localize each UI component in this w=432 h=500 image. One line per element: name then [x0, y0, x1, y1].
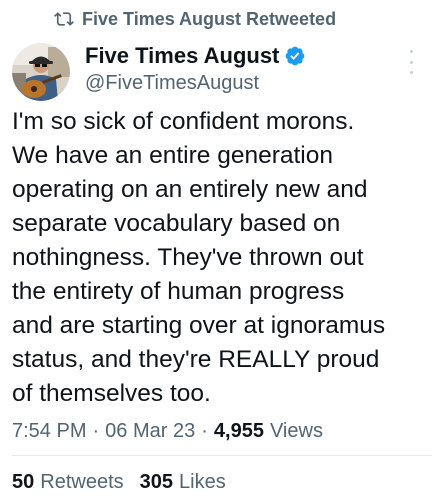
- retweets-stat[interactable]: 50 Retweets: [12, 471, 124, 494]
- author-info[interactable]: Five Times August @FiveTimesAugust: [85, 42, 306, 95]
- views-count: 4,955: [213, 419, 264, 442]
- engagement-stats: 50 Retweets 305 Likes: [12, 466, 242, 498]
- verified-badge-icon: [284, 45, 306, 67]
- meta-separator: ·: [92, 419, 100, 442]
- tweet-meta: 7:54 PM · 06 Mar 23 · 4,955 Views: [12, 413, 323, 449]
- likes-label: Likes: [179, 470, 226, 493]
- more-options-icon[interactable]: [406, 50, 416, 74]
- likes-count: 305: [139, 470, 173, 493]
- tweet-date[interactable]: 06 Mar 23: [105, 420, 195, 443]
- retweeted-by-banner[interactable]: Five Times August Retweeted: [54, 6, 336, 32]
- views-label: Views: [269, 419, 323, 442]
- author-display-name[interactable]: Five Times August: [85, 43, 279, 69]
- retweeted-by-label: Five Times August Retweeted: [82, 8, 337, 29]
- tweet-text: I'm so sick of confident morons. We have…: [12, 108, 386, 407]
- avatar[interactable]: [12, 43, 70, 101]
- author-handle[interactable]: @FiveTimesAugust: [85, 72, 306, 95]
- retweet-icon: [54, 9, 74, 29]
- meta-separator: ·: [201, 419, 208, 442]
- retweets-count: 50: [12, 470, 35, 493]
- tweet-time[interactable]: 7:54 PM: [12, 420, 86, 443]
- likes-stat[interactable]: 305 Likes: [140, 471, 226, 494]
- tweet-header: Five Times August @FiveTimesAugust: [12, 40, 422, 104]
- divider: [12, 455, 432, 456]
- retweets-label: Retweets: [40, 470, 124, 493]
